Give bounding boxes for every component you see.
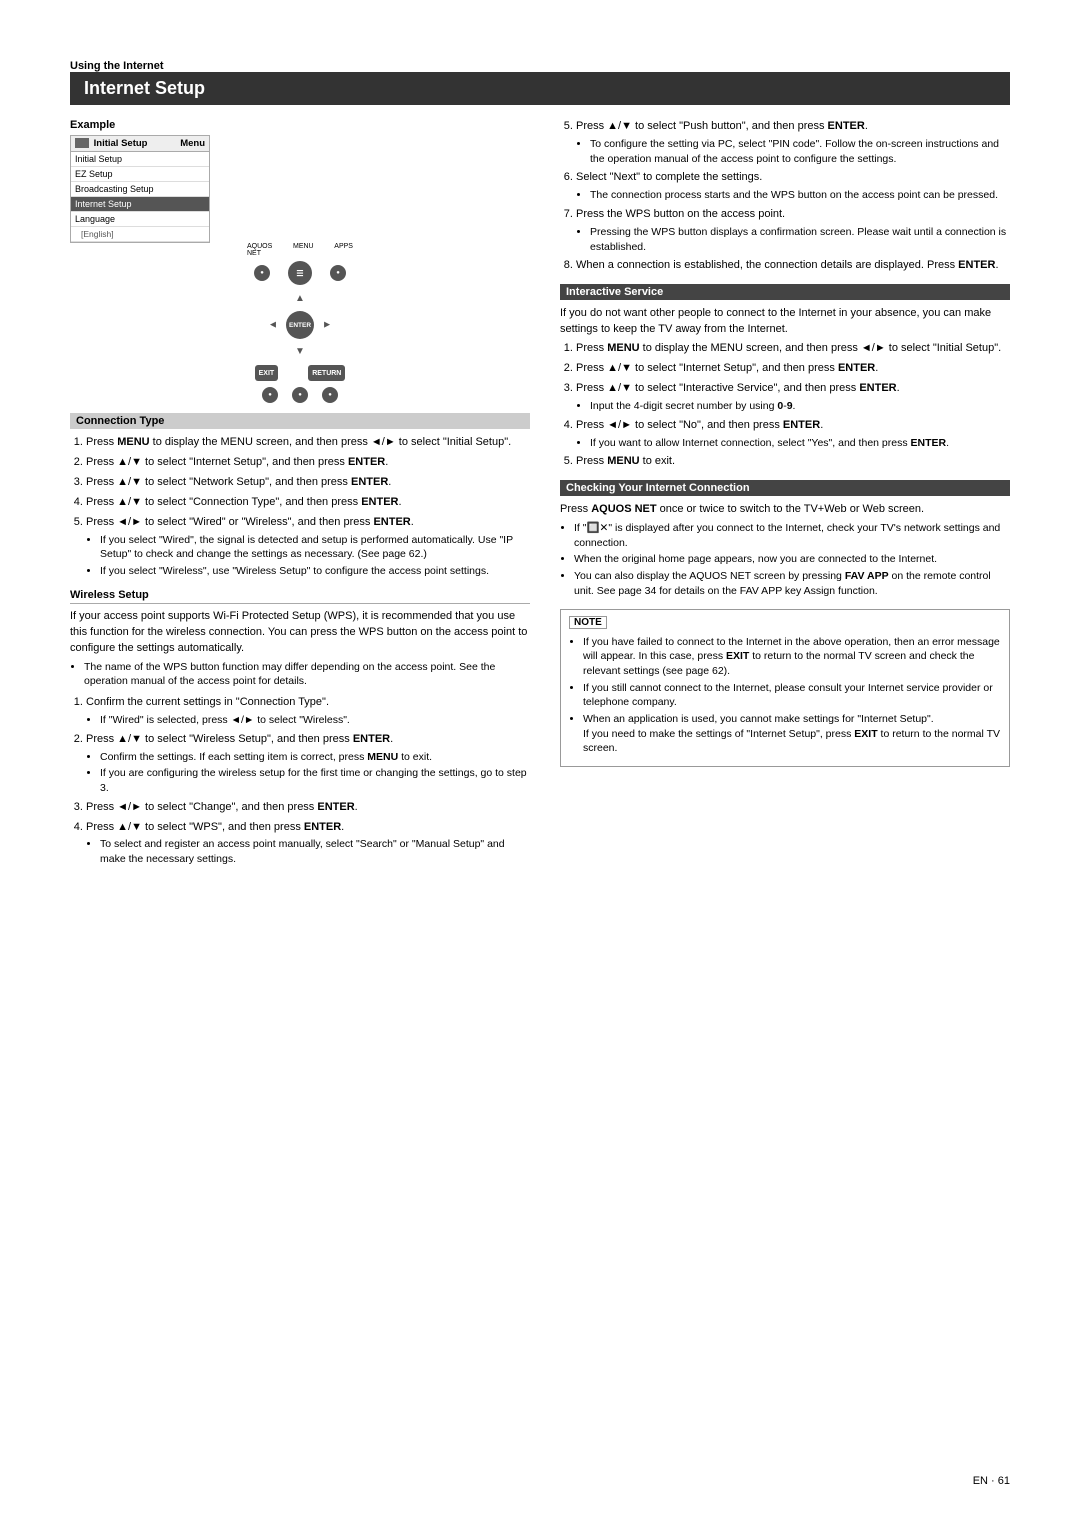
- list-item: Press MENU to exit.: [576, 454, 1010, 470]
- page-footer: EN · 61: [973, 1475, 1010, 1487]
- list-item: Press the WPS button on the access point…: [576, 207, 1010, 254]
- interactive-intro: If you do not want other people to conne…: [560, 306, 1010, 338]
- list-item: Press ▲/▼ to select "Connection Type", a…: [86, 495, 530, 511]
- checking-bullets: If "🔲✕" is displayed after you connect t…: [560, 521, 1010, 598]
- list-item: Confirm the current settings in "Connect…: [86, 695, 530, 728]
- note-box: NOTE If you have failed to connect to th…: [560, 609, 1010, 768]
- note-list: If you have failed to connect to the Int…: [569, 635, 1001, 757]
- list-item: Press ▲/▼ to select "Interactive Service…: [576, 381, 1010, 414]
- wireless-steps: Confirm the current settings in "Connect…: [70, 695, 530, 867]
- list-item: Select "Next" to complete the settings. …: [576, 170, 1010, 203]
- list-item: Press ◄/► to select "No", and then press…: [576, 418, 1010, 451]
- list-item: Press ▲/▼ to select "WPS", and then pres…: [86, 820, 530, 867]
- interactive-steps: Press MENU to display the MENU screen, a…: [560, 341, 1010, 470]
- checking-intro: Press AQUOS NET once or twice to switch …: [560, 502, 1010, 518]
- example-box: Example Initial Setup Menu Initial Setup…: [70, 119, 530, 403]
- list-item: Press ▲/▼ to select "Internet Setup", an…: [86, 455, 530, 471]
- list-item: Press ▲/▼ to select "Internet Setup", an…: [576, 361, 1010, 377]
- list-item: Press ▲/▼ to select "Network Setup", and…: [86, 475, 530, 491]
- list-item: Press ◄/► to select "Change", and then p…: [86, 800, 530, 816]
- remote-diagram: AQUOSNET MENU APPS ● ☰ ● ▲ ▼: [70, 243, 530, 403]
- checking-header: Checking Your Internet Connection: [560, 480, 1010, 496]
- left-column: Example Initial Setup Menu Initial Setup…: [70, 119, 530, 873]
- page-header: Using the Internet: [70, 60, 1010, 72]
- list-item: Press ◄/► to select "Wired" or "Wireless…: [86, 515, 530, 579]
- list-item: Press ▲/▼ to select "Push button", and t…: [576, 119, 1010, 166]
- section-title: Using the Internet: [70, 60, 164, 72]
- right-steps: Press ▲/▼ to select "Push button", and t…: [560, 119, 1010, 274]
- main-title-bar: Internet Setup: [70, 72, 1010, 105]
- list-item: Press MENU to display the MENU screen, a…: [576, 341, 1010, 357]
- wireless-setup-header: Wireless Setup: [70, 589, 530, 604]
- list-item: Press ▲/▼ to select "Wireless Setup", an…: [86, 732, 530, 796]
- connection-type-header: Connection Type: [70, 413, 530, 429]
- connection-type-steps: Press MENU to display the MENU screen, a…: [70, 435, 530, 579]
- list-item: When a connection is established, the co…: [576, 258, 1010, 274]
- wireless-intro: If your access point supports Wi-Fi Prot…: [70, 609, 530, 657]
- note-label: NOTE: [569, 616, 607, 629]
- menu-diagram: Initial Setup Menu Initial Setup EZ Setu…: [70, 135, 210, 243]
- list-item: Press MENU to display the MENU screen, a…: [86, 435, 530, 451]
- interactive-service-header: Interactive Service: [560, 284, 1010, 300]
- right-column: Press ▲/▼ to select "Push button", and t…: [560, 119, 1010, 873]
